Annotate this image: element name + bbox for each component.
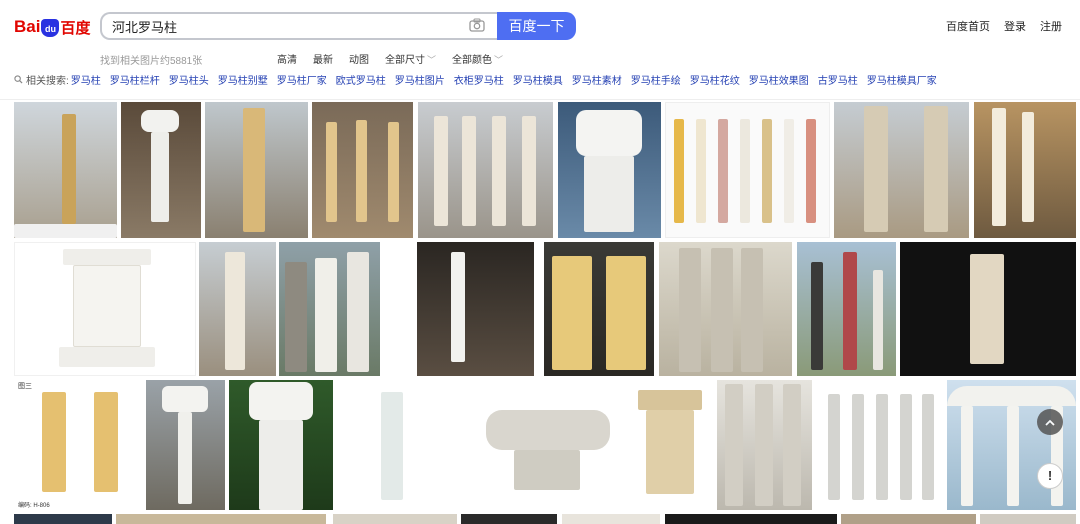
image-result[interactable]: [562, 514, 660, 524]
image-result[interactable]: [665, 514, 837, 524]
filter-color-label: 全部颜色: [452, 55, 493, 66]
image-result[interactable]: [544, 242, 654, 376]
related-item[interactable]: 罗马柱栏杆: [110, 72, 160, 87]
header: Bai du 百度 百度一下 百度首页 登录 注册 找到相关图片约5881张 高…: [0, 0, 1080, 100]
related-item[interactable]: 罗马柱厂家: [277, 72, 327, 87]
image-result[interactable]: [14, 380, 142, 510]
camera-icon[interactable]: [469, 18, 485, 32]
image-result[interactable]: [947, 380, 1076, 510]
image-result[interactable]: [279, 242, 380, 376]
home-link[interactable]: 百度首页: [946, 18, 990, 34]
image-result[interactable]: [797, 242, 896, 376]
baidu-logo[interactable]: Bai du 百度: [14, 14, 90, 40]
login-link[interactable]: 登录: [1004, 18, 1026, 34]
image-result[interactable]: [841, 514, 976, 524]
image-result[interactable]: [116, 514, 326, 524]
search-box: [100, 12, 497, 40]
chevron-down-icon: ﹀: [494, 55, 504, 65]
related-item[interactable]: 罗马柱效果图: [749, 72, 809, 87]
related-item[interactable]: 衣柜罗马柱: [454, 72, 504, 87]
related-item[interactable]: 罗马柱模具厂家: [867, 72, 937, 87]
image-result[interactable]: [558, 102, 661, 238]
filter-bar: 高清 最新 动图 全部尺寸 ﹀ 全部颜色 ﹀: [277, 51, 503, 66]
image-grid: [0, 100, 1080, 524]
image-result[interactable]: [816, 380, 943, 510]
related-item[interactable]: 罗马柱花纹: [690, 72, 740, 87]
search-icon: [14, 75, 23, 84]
image-result[interactable]: [834, 102, 969, 238]
image-caption: 图三: [18, 383, 32, 390]
image-result[interactable]: [14, 514, 112, 524]
related-item[interactable]: 罗马柱头: [169, 72, 209, 87]
image-result[interactable]: [900, 242, 1076, 376]
image-result[interactable]: [418, 102, 553, 238]
image-result[interactable]: [312, 102, 413, 238]
image-result[interactable]: [470, 380, 623, 510]
filter-animated[interactable]: 动图: [349, 51, 369, 66]
related-item[interactable]: 罗马柱模具: [513, 72, 563, 87]
chevron-up-icon: [1045, 419, 1055, 426]
filter-hd[interactable]: 高清: [277, 51, 297, 66]
related-item[interactable]: 古罗马柱: [818, 72, 858, 87]
search-input[interactable]: [102, 14, 442, 38]
filter-latest[interactable]: 最新: [313, 51, 333, 66]
related-item[interactable]: 罗马柱手绘: [631, 72, 681, 87]
image-result[interactable]: [461, 514, 557, 524]
logo-paw-icon: du: [41, 19, 60, 37]
chevron-down-icon: ﹀: [427, 55, 437, 65]
image-result[interactable]: [628, 380, 713, 510]
related-item[interactable]: 罗马柱图片: [395, 72, 445, 87]
top-links: 百度首页 登录 注册: [946, 18, 1062, 34]
help-button[interactable]: !: [1037, 463, 1063, 489]
image-result[interactable]: [121, 102, 201, 238]
image-result[interactable]: [229, 380, 333, 510]
related-item[interactable]: 罗马柱别墅: [218, 72, 268, 87]
image-result[interactable]: [333, 514, 457, 524]
logo-bai-text: Bai: [14, 17, 41, 36]
image-result[interactable]: [199, 242, 276, 376]
image-result[interactable]: [337, 380, 464, 510]
filter-size[interactable]: 全部尺寸 ﹀: [385, 51, 436, 66]
related-item[interactable]: 罗马柱: [71, 72, 101, 87]
result-count: 找到相关图片约5881张: [100, 56, 203, 67]
scroll-top-button[interactable]: [1037, 409, 1063, 435]
related-item[interactable]: 欧式罗马柱: [336, 72, 386, 87]
image-caption: 编码: H-806: [18, 503, 50, 509]
image-result[interactable]: [659, 242, 792, 376]
search-button[interactable]: 百度一下: [497, 12, 576, 40]
image-result[interactable]: [974, 102, 1076, 238]
image-result[interactable]: [717, 380, 812, 510]
register-link[interactable]: 注册: [1040, 18, 1062, 34]
image-result[interactable]: [146, 380, 225, 510]
image-result[interactable]: [14, 102, 117, 238]
filter-size-label: 全部尺寸: [385, 55, 425, 66]
related-label: 相关搜索:: [26, 76, 69, 87]
image-result[interactable]: [14, 242, 196, 376]
related-item[interactable]: 罗马柱素材: [572, 72, 622, 87]
logo-cn-text: 百度: [60, 19, 91, 37]
image-result[interactable]: [980, 514, 1076, 524]
filter-color[interactable]: 全部颜色 ﹀: [452, 51, 503, 66]
image-result[interactable]: [665, 102, 830, 238]
image-result[interactable]: [205, 102, 308, 238]
image-result[interactable]: [417, 242, 534, 376]
related-searches: 相关搜索: 罗马柱 罗马柱栏杆 罗马柱头 罗马柱别墅 罗马柱厂家 欧式罗马柱 罗…: [14, 72, 946, 87]
